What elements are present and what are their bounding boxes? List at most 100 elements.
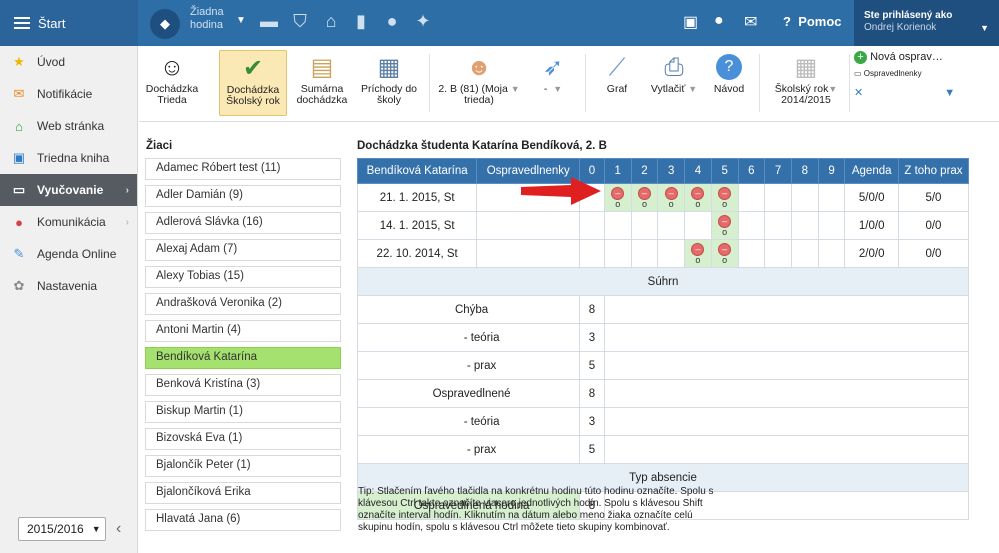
excuses-button[interactable]: ▭ Ospravedlnenky [854, 67, 955, 81]
minus-circle-icon: – [637, 186, 651, 200]
hour-cell[interactable] [603, 239, 632, 268]
sidebar-item-6[interactable]: ✎ Agenda Online [0, 238, 137, 270]
hour-cell[interactable] [764, 239, 792, 268]
hour-cell[interactable]: – o [710, 211, 739, 240]
people-walking-icon[interactable]: ✦ [412, 11, 434, 32]
column-header[interactable]: Z toho prax [897, 158, 970, 184]
hour-cell[interactable] [603, 211, 632, 240]
camera-icon[interactable]: ▣ [683, 12, 698, 32]
quick-action-button[interactable]: ➶ - ▼ [527, 50, 579, 116]
column-header[interactable]: 7 [764, 158, 792, 184]
hour-cell[interactable] [657, 239, 686, 268]
sidebar-item-0[interactable]: ★ Úvod [0, 46, 137, 78]
student-item[interactable]: Antoni Martin (4) [145, 320, 341, 342]
hour-cell[interactable] [790, 183, 819, 212]
hour-cell[interactable]: – o [710, 183, 739, 212]
student-item[interactable]: Andrašková Veronika (2) [145, 293, 341, 315]
hour-cell[interactable]: – o [684, 183, 712, 212]
student-item[interactable]: Alexaj Adam (7) [145, 239, 341, 261]
mail-icon[interactable]: ✉ [744, 12, 757, 32]
hour-cell[interactable] [817, 211, 846, 240]
hour-cell[interactable] [737, 211, 766, 240]
student-item[interactable]: Hlavatá Jana (6) [145, 509, 341, 531]
column-header[interactable]: 9 [817, 158, 846, 184]
school-year-button[interactable]: ▦ Školský rok▼ 2014/2015 [765, 50, 847, 116]
date-cell[interactable]: 21. 1. 2015, St [356, 183, 478, 212]
hour-cell[interactable] [790, 211, 819, 240]
hour-cell[interactable] [764, 183, 792, 212]
student-item[interactable]: Biskup Martin (1) [145, 401, 341, 423]
date-cell[interactable]: 14. 1. 2015, St [356, 211, 478, 240]
hour-cell[interactable]: – o [710, 239, 739, 268]
hamburger-icon [14, 17, 30, 29]
column-header[interactable]: Agenda [844, 158, 899, 184]
student-item[interactable]: Adlerová Slávka (16) [145, 212, 341, 234]
hour-cell[interactable]: – o [684, 239, 712, 268]
student-item[interactable]: Benková Kristína (3) [145, 374, 341, 396]
new-excuse-button[interactable]: + Nová osprav… [854, 50, 955, 64]
question-icon: ? [783, 14, 791, 29]
print-button[interactable]: ⎙ Vytlačiť ▼ [645, 50, 703, 116]
dochadzka-trieda-button[interactable]: ☺ Dochádzka Trieda [143, 50, 201, 116]
date-cell[interactable]: 22. 10. 2014, St [356, 239, 478, 268]
hour-cell[interactable] [817, 239, 846, 268]
school-logo-icon[interactable]: ◆ [150, 9, 180, 39]
tools-button[interactable]: ✕ ▼ [854, 86, 955, 100]
column-header[interactable]: Bendíková Katarína [356, 158, 478, 184]
sidebar-item-5[interactable]: ● Komunikácia › [0, 206, 137, 238]
hour-cell[interactable] [657, 211, 686, 240]
collapse-sidebar-icon[interactable]: ‹ [116, 520, 121, 538]
briefcase-icon[interactable]: ▬ [258, 11, 280, 32]
guide-button[interactable]: ? Návod [705, 50, 753, 116]
graph-button[interactable]: ⟋ Graf [593, 50, 641, 116]
prichody-do-skoly-button[interactable]: ▦ Príchody do školy [357, 50, 421, 116]
app-window: Štart ◆ Žiadna hodina ▼ ▬ ⛉ ⌂ ▮ ● ✦ ▣ ● … [0, 0, 999, 553]
student-item[interactable]: Bjalončík Peter (1) [145, 455, 341, 477]
hour-selector[interactable]: Žiadna hodina ▼ [190, 6, 246, 32]
column-header[interactable]: 2 [630, 158, 659, 184]
hour-cell[interactable] [790, 239, 819, 268]
chat-bubble-icon[interactable]: ● [714, 12, 724, 30]
school-year-select[interactable]: 2015/2016 ▼ [18, 517, 106, 541]
hour-cell[interactable]: – o [603, 183, 632, 212]
sidebar-item-2[interactable]: ⌂ Web stránka [0, 110, 137, 142]
hour-cell[interactable] [737, 183, 766, 212]
hour-cell[interactable] [579, 239, 605, 268]
help-button[interactable]: ? Pomoc [783, 14, 842, 29]
sidebar-item-7[interactable]: ✿ Nastavenia [0, 270, 137, 302]
hour-cell[interactable] [737, 239, 766, 268]
sidebar-item-3[interactable]: ▣ Triedna kniha [0, 142, 137, 174]
student-item[interactable]: Adamec Róbert test (11) [145, 158, 341, 180]
hour-cell[interactable] [764, 211, 792, 240]
institution-icon[interactable]: ⌂ [320, 11, 342, 32]
bar-chart-icon[interactable]: ▮ [350, 11, 372, 32]
hour-cell[interactable] [630, 211, 659, 240]
chevron-right-icon: › [125, 184, 129, 196]
column-header[interactable]: 4 [684, 158, 712, 184]
column-header[interactable]: 1 [603, 158, 632, 184]
column-header[interactable]: 3 [657, 158, 686, 184]
sumarna-dochadzka-button[interactable]: ▤ Sumárna dochádzka [291, 50, 353, 116]
user-menu[interactable]: Ste prihlásený ako Ondrej Korienok ▼ [854, 0, 999, 46]
sidebar-item-4[interactable]: ▭ Vyučovanie › [0, 174, 137, 206]
class-select-button[interactable]: ☻ 2. B (81) (Moja ▼ trieda) [437, 50, 521, 116]
column-header[interactable]: 8 [790, 158, 819, 184]
column-header[interactable]: 5 [710, 158, 739, 184]
hour-cell[interactable] [630, 239, 659, 268]
student-item[interactable]: Adler Damián (9) [145, 185, 341, 207]
hour-cell[interactable]: – o [657, 183, 686, 212]
hour-cell[interactable] [579, 211, 605, 240]
start-button[interactable]: Štart [0, 0, 138, 46]
student-item[interactable]: Alexy Tobias (15) [145, 266, 341, 288]
hour-cell[interactable] [817, 183, 846, 212]
student-item[interactable]: Bendíková Katarína [145, 347, 341, 369]
hour-cell[interactable] [684, 211, 712, 240]
student-item[interactable]: Bizovská Eva (1) [145, 428, 341, 450]
hour-cell[interactable]: – o [630, 183, 659, 212]
globe-icon[interactable]: ● [381, 11, 403, 32]
dochadzka-skolsky-rok-button[interactable]: ✔ Dochádzka Školský rok [219, 50, 287, 116]
student-item[interactable]: Bjalončíková Erika [145, 482, 341, 504]
shield-icon[interactable]: ⛉ [289, 11, 311, 32]
sidebar-item-1[interactable]: ✉ Notifikácie [0, 78, 137, 110]
column-header[interactable]: 6 [737, 158, 766, 184]
